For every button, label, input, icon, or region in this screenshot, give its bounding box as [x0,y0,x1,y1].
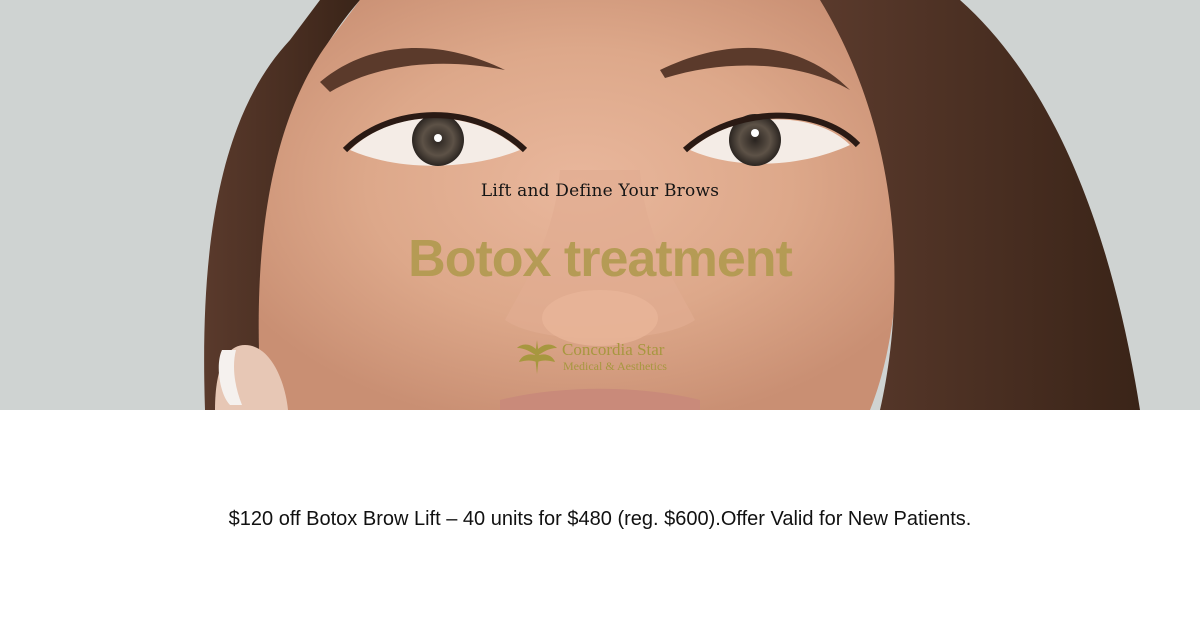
promo-page: Lift and Define Your Brows Botox treatme… [0,0,1200,630]
logo-subtitle: Medical & Aesthetics [563,359,667,373]
headline: Botox treatment [408,230,793,288]
logo-name: Concordia Star [562,340,665,359]
offer-text: $120 off Botox Brow Lift – 40 units for … [228,508,972,530]
tagline: Lift and Define Your Brows [480,181,720,201]
brand-logo: Concordia Star Medical & Aesthetics [515,336,695,376]
hero-banner: Lift and Define Your Brows Botox treatme… [0,0,1200,410]
leaf-emblem-icon [517,340,557,374]
